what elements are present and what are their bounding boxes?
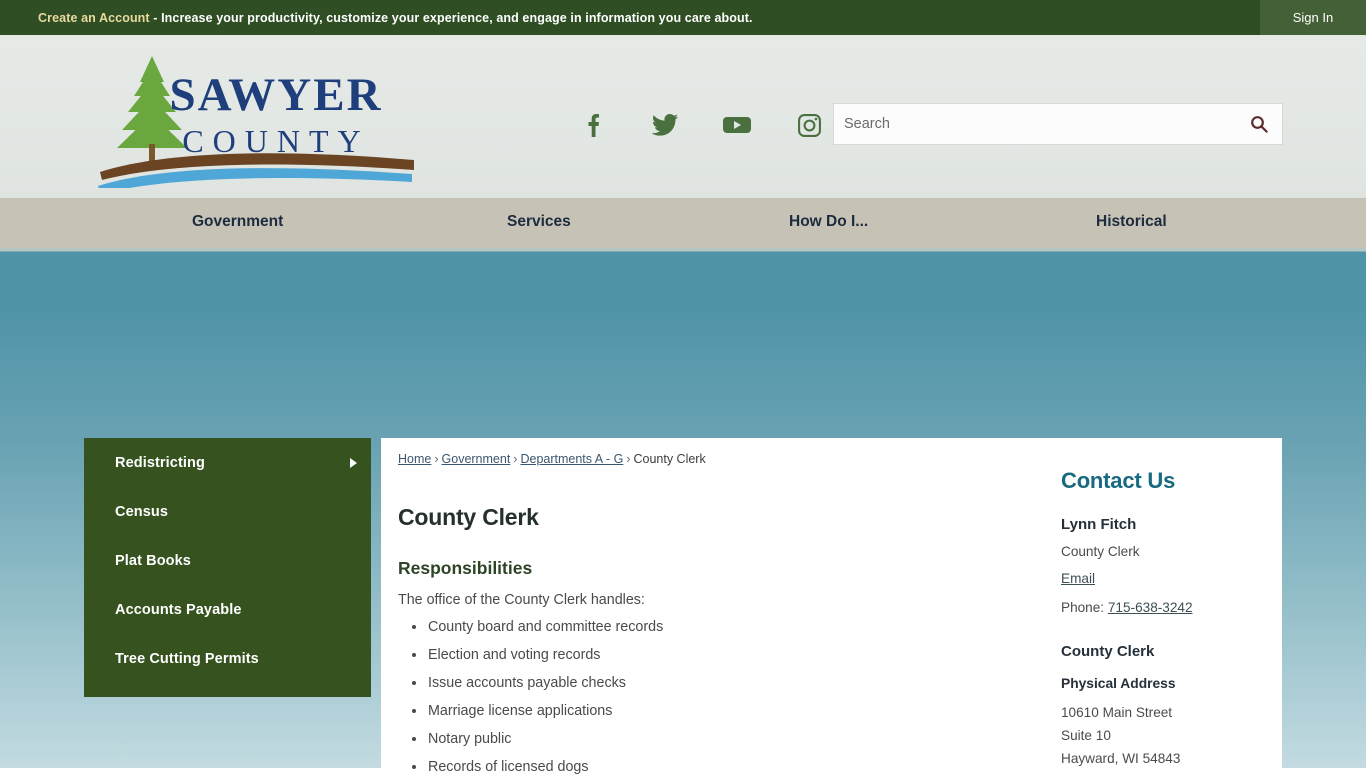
content-card: Home › Government › Departments A - G › County… bbox=[381, 438, 1282, 775]
facebook-icon[interactable] bbox=[578, 110, 608, 140]
logo-text-county: COUNTY bbox=[182, 123, 369, 159]
address-line-1: 10610 Main Street bbox=[1061, 705, 1173, 720]
breadcrumb-separator: › bbox=[626, 452, 631, 466]
breadcrumb-home[interactable]: Home bbox=[398, 452, 431, 466]
search-box[interactable] bbox=[833, 103, 1283, 145]
breadcrumb-government[interactable]: Government bbox=[442, 452, 511, 466]
nav-item-how-do-i[interactable]: How Do I... bbox=[789, 213, 868, 231]
section-sidebar-menu: Redistricting Census Plat Books Accounts… bbox=[84, 438, 371, 697]
breadcrumb: Home › Government › Departments A - G › County… bbox=[398, 451, 1038, 467]
nav-item-government[interactable]: Government bbox=[192, 213, 283, 231]
sidebar-item-label: Accounts Payable bbox=[115, 601, 242, 618]
sidebar-item-plat-books[interactable]: Plat Books bbox=[84, 536, 371, 585]
sidebar-item-redistricting[interactable]: Redistricting bbox=[84, 438, 371, 487]
contact-person-role: County Clerk bbox=[1061, 544, 1140, 559]
list-item: Issue accounts payable checks bbox=[398, 673, 1038, 693]
create-account-message: Create an Account - Increase your produc… bbox=[0, 11, 753, 25]
sidebar-item-census[interactable]: Census bbox=[84, 487, 371, 536]
instagram-icon[interactable] bbox=[794, 110, 824, 140]
contact-phone-link[interactable]: 715-638-3242 bbox=[1108, 600, 1193, 615]
section-title-responsibilities: Responsibilities bbox=[398, 558, 533, 578]
nav-item-services[interactable]: Services bbox=[507, 213, 571, 231]
sign-in-button[interactable]: Sign In bbox=[1260, 0, 1366, 35]
contact-us-panel: Contact Us Lynn Fitch County Clerk Email… bbox=[1061, 468, 1271, 770]
breadcrumb-current: County Clerk bbox=[633, 452, 706, 466]
sidebar-item-label: Plat Books bbox=[115, 552, 191, 569]
contact-person-name: Lynn Fitch bbox=[1061, 516, 1137, 533]
page-title: County Clerk bbox=[398, 504, 539, 530]
youtube-icon[interactable] bbox=[722, 110, 752, 140]
responsibilities-intro: The office of the County Clerk handles: bbox=[398, 592, 645, 608]
sidebar-item-tree-cutting-permits[interactable]: Tree Cutting Permits bbox=[84, 634, 371, 683]
site-header: SAWYER COUNTY bbox=[0, 35, 1366, 198]
contact-address-heading: Physical Address bbox=[1061, 676, 1176, 691]
contact-address: 10610 Main Street Suite 10 Hayward, WI 5… bbox=[1061, 701, 1271, 770]
address-line-2: Suite 10 bbox=[1061, 728, 1111, 743]
breadcrumb-separator: › bbox=[434, 452, 439, 466]
main-navigation: Government Services How Do I... Historic… bbox=[0, 198, 1366, 248]
social-links bbox=[578, 103, 828, 147]
logo-text-sawyer: SAWYER bbox=[169, 69, 382, 121]
contact-phone: Phone: 715-638-3242 bbox=[1061, 600, 1271, 615]
breadcrumb-departments[interactable]: Departments A - G bbox=[520, 452, 623, 466]
sidebar-item-label: Redistricting bbox=[115, 454, 205, 471]
sidebar-item-accounts-payable[interactable]: Accounts Payable bbox=[84, 585, 371, 634]
create-account-tagline: - Increase your productivity, customize … bbox=[149, 10, 753, 25]
list-item: County board and committee records bbox=[398, 617, 1038, 637]
list-item: Notary public bbox=[398, 729, 1038, 749]
search-input[interactable] bbox=[834, 104, 1236, 144]
sidebar-item-label: Tree Cutting Permits bbox=[115, 650, 259, 667]
list-item: Records of licensed dogs bbox=[398, 757, 1038, 777]
sidebar-item-label: Census bbox=[115, 503, 168, 520]
contact-us-heading: Contact Us bbox=[1061, 468, 1176, 493]
breadcrumb-separator: › bbox=[513, 452, 518, 466]
nav-item-historical[interactable]: Historical bbox=[1096, 213, 1167, 231]
responsibilities-list: County board and committee records Elect… bbox=[398, 617, 1038, 777]
top-utility-bar: Create an Account - Increase your produc… bbox=[0, 0, 1366, 35]
contact-email-link[interactable]: Email bbox=[1061, 571, 1095, 586]
chevron-right-icon bbox=[350, 457, 357, 468]
search-button[interactable] bbox=[1236, 104, 1282, 144]
list-item: Marriage license applications bbox=[398, 701, 1038, 721]
main-content: Home › Government › Departments A - G › County… bbox=[398, 451, 1038, 777]
sawyer-county-logo[interactable]: SAWYER COUNTY bbox=[92, 48, 422, 188]
contact-phone-label: Phone: bbox=[1061, 600, 1108, 615]
twitter-icon[interactable] bbox=[650, 110, 680, 140]
address-line-3: Hayward, WI 54843 bbox=[1061, 751, 1181, 766]
create-account-link[interactable]: Create an Account bbox=[38, 11, 150, 25]
contact-department-name: County Clerk bbox=[1061, 643, 1155, 660]
list-item: Election and voting records bbox=[398, 645, 1038, 665]
